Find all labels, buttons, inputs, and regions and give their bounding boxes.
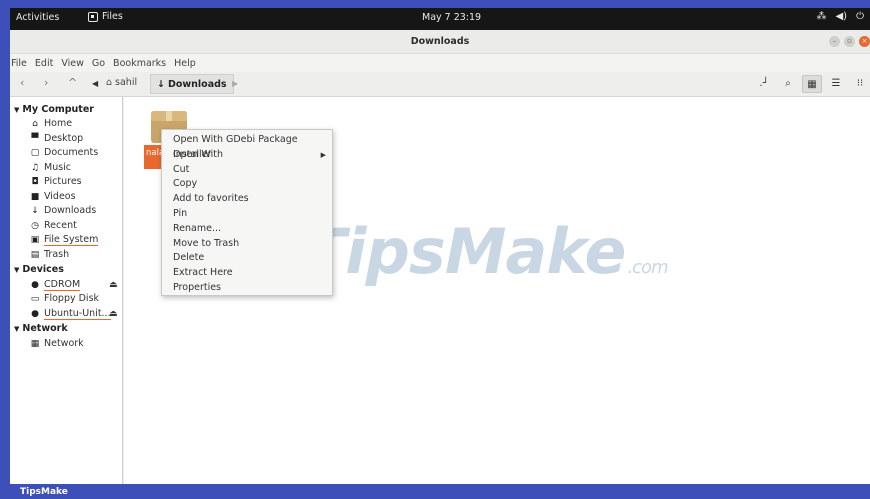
network-icon[interactable]: ⁂ <box>816 11 826 22</box>
disc-icon: ● <box>31 280 39 290</box>
menu-file[interactable]: File <box>10 58 28 69</box>
compact-view-icon[interactable]: ⁝⁝ <box>850 75 870 93</box>
up-button[interactable]: ^ <box>68 76 77 89</box>
search-icon[interactable]: ⌕ <box>778 75 798 93</box>
window-titlebar[interactable]: Downloads – ▫ × <box>10 30 870 54</box>
document-icon: ▢ <box>30 147 40 158</box>
menu-edit[interactable]: Edit <box>34 58 54 69</box>
power-icon[interactable]: ⏻ <box>856 11 864 22</box>
app-name: Files <box>102 11 123 22</box>
expand-triangle-icon: ▼ <box>14 325 20 333</box>
eject-icon[interactable]: ⏏ <box>109 309 118 319</box>
ctx-cut[interactable]: Cut <box>162 163 332 178</box>
ctx-delete[interactable]: Delete <box>162 251 332 266</box>
sidebar-item-videos[interactable]: ■ Videos <box>30 191 76 202</box>
menu-bar: File Edit View Go Bookmarks Help <box>10 54 870 72</box>
minimize-button[interactable]: – <box>829 36 840 47</box>
watermark: TipsMake .com <box>304 215 669 288</box>
clock[interactable]: May 7 23:19 <box>422 12 481 23</box>
home-icon: ⌂ <box>32 118 38 129</box>
menu-go[interactable]: Go <box>91 58 106 69</box>
sidebar: ▼ My Computer ⌂ Home ▀ Desktop ▢ Documents ♫… <box>10 97 123 484</box>
app-menu[interactable]: Files <box>88 11 123 22</box>
ctx-pin[interactable]: Pin <box>162 207 332 222</box>
activities-button[interactable]: Activities <box>16 12 59 23</box>
ctx-open-with[interactable]: Open With ▶ <box>162 148 332 163</box>
breadcrumb-home[interactable]: ⌂ sahil <box>106 77 137 88</box>
desktop-icon: ▀ <box>31 133 39 144</box>
sidebar-item-trash[interactable]: ▤ Trash <box>30 249 69 260</box>
sidebar-section-my-computer[interactable]: ▼ My Computer <box>14 104 94 115</box>
back-button[interactable]: ‹ <box>20 76 24 89</box>
bottom-banner: TipsMake <box>0 484 870 499</box>
breadcrumb-current[interactable]: ↓ Downloads <box>150 74 234 94</box>
submenu-arrow-icon: ▶ <box>320 150 326 159</box>
ctx-rename[interactable]: Rename... <box>162 222 332 237</box>
video-icon: ■ <box>30 191 40 202</box>
sidebar-item-desktop[interactable]: ▀ Desktop <box>30 133 84 144</box>
ctx-move-to-trash[interactable]: Move to Trash <box>162 237 332 252</box>
network-icon: ▦ <box>30 338 40 349</box>
ctx-open-with-gdebi[interactable]: Open With GDebi Package Installer <box>162 133 332 160</box>
sidebar-item-pictures[interactable]: ◘ Pictures <box>30 176 81 187</box>
toolbar: ‹ › ^ ◀ ⌂ sahil ↓ Downloads ▶ .┘ ⌕ ▦ ☰ ⁝… <box>10 72 870 97</box>
sidebar-section-devices[interactable]: ▼ Devices <box>14 264 64 275</box>
brand-label: TipsMake <box>20 487 68 497</box>
sidebar-item-music[interactable]: ♫ Music <box>30 162 71 173</box>
icon-view-icon[interactable]: ▦ <box>802 75 822 93</box>
top-bar: Activities Files May 7 23:19 ⁂ ◀) ⏻ <box>10 8 870 30</box>
ctx-copy[interactable]: Copy <box>162 177 332 192</box>
desktop-frame: Activities Files May 7 23:19 ⁂ ◀) ⏻ Down… <box>10 8 870 484</box>
sidebar-item-documents[interactable]: ▢ Documents <box>30 147 98 158</box>
sidebar-item-downloads[interactable]: ↓ Downloads <box>30 205 96 216</box>
crumb-right-arrow-icon[interactable]: ▶ <box>232 79 238 88</box>
music-icon: ♫ <box>30 162 40 173</box>
sidebar-item-network[interactable]: ▦ Network <box>30 338 84 349</box>
sidebar-item-file-system[interactable]: ▣ File System <box>30 234 99 246</box>
drive-icon: ▣ <box>30 235 40 245</box>
home-icon: ⌂ <box>106 77 113 88</box>
floppy-icon: ▭ <box>30 293 40 304</box>
sidebar-section-network[interactable]: ▼ Network <box>14 323 68 334</box>
trash-icon: ▤ <box>30 249 40 260</box>
sidebar-item-ubuntu[interactable]: ● Ubuntu-Unit... <box>30 308 111 320</box>
forward-button[interactable]: › <box>44 76 48 89</box>
system-tray[interactable]: ⁂ ◀) ⏻ <box>816 11 864 22</box>
download-icon: ↓ <box>31 205 39 216</box>
breadcrumb-current-label: Downloads <box>167 78 227 90</box>
eject-icon[interactable]: ⏏ <box>109 280 118 290</box>
volume-icon[interactable]: ◀) <box>835 11 847 22</box>
sidebar-item-floppy-disk[interactable]: ▭ Floppy Disk <box>30 293 99 304</box>
disc-icon: ● <box>31 309 39 319</box>
download-icon: ↓ <box>157 78 165 90</box>
menu-help[interactable]: Help <box>173 58 197 69</box>
ctx-extract-here[interactable]: Extract Here <box>162 266 332 281</box>
ctx-add-to-favorites[interactable]: Add to favorites <box>162 192 332 207</box>
window-controls: – ▫ × <box>829 36 870 47</box>
sidebar-item-cdrom[interactable]: ● CDROM <box>30 279 81 291</box>
camera-icon: ◘ <box>31 176 39 187</box>
breadcrumb-home-label: sahil <box>115 77 138 88</box>
location-toggle-icon[interactable]: .┘ <box>754 75 774 93</box>
expand-triangle-icon: ▼ <box>14 266 20 274</box>
menu-bookmarks[interactable]: Bookmarks <box>112 58 167 69</box>
crumb-left-arrow-icon[interactable]: ◀ <box>92 79 98 88</box>
files-app-icon <box>88 11 98 22</box>
sidebar-item-home[interactable]: ⌂ Home <box>30 118 72 129</box>
menu-view[interactable]: View <box>60 58 85 69</box>
clock-icon: ◷ <box>31 220 39 231</box>
maximize-button[interactable]: ▫ <box>844 36 855 47</box>
ctx-properties[interactable]: Properties <box>162 281 332 296</box>
expand-triangle-icon: ▼ <box>14 106 20 114</box>
window-title: Downloads <box>410 36 470 47</box>
context-menu: Open With GDebi Package Installer Open W… <box>161 129 333 296</box>
close-button[interactable]: × <box>859 36 870 47</box>
toolbar-right: .┘ ⌕ ▦ ☰ ⁝⁝ <box>754 75 870 93</box>
sidebar-item-recent[interactable]: ◷ Recent <box>30 220 77 231</box>
list-view-icon[interactable]: ☰ <box>826 75 846 93</box>
